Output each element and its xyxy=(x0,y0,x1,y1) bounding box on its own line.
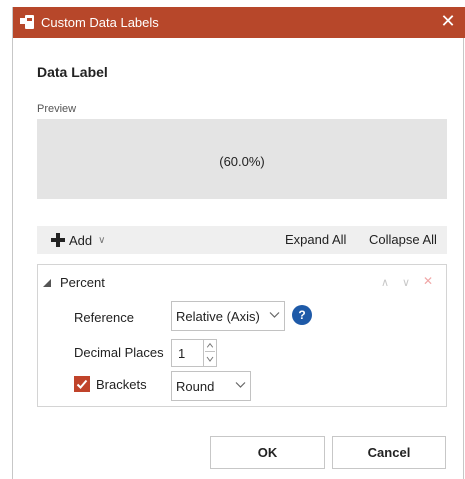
move-down-icon[interactable]: ∨ xyxy=(402,276,410,289)
delete-icon[interactable]: ✕ xyxy=(423,274,433,288)
ok-button[interactable]: OK xyxy=(210,436,325,469)
window-title: Custom Data Labels xyxy=(41,15,159,30)
reference-select[interactable]: Relative (Axis) xyxy=(171,301,285,331)
add-button-label[interactable]: Add xyxy=(69,233,92,248)
label-toolbar: Add ∨ Expand All Collapse All xyxy=(37,226,447,254)
decrement-icon[interactable] xyxy=(205,353,215,365)
brackets-value[interactable]: Round xyxy=(176,379,214,394)
custom-data-labels-dialog: Custom Data Labels ✕ Data Label Preview … xyxy=(12,7,465,479)
stepper-controls[interactable] xyxy=(203,340,216,366)
close-icon[interactable]: ✕ xyxy=(440,11,455,31)
reference-label: Reference xyxy=(74,310,134,325)
close-button[interactable]: ✕ xyxy=(439,12,457,30)
checkmark-icon[interactable] xyxy=(74,376,90,392)
section-heading: Data Label xyxy=(37,64,108,80)
increment-icon[interactable] xyxy=(205,340,215,352)
presentation-app-icon xyxy=(20,15,34,29)
brackets-checkbox[interactable] xyxy=(74,376,90,392)
plus-icon[interactable] xyxy=(51,233,65,247)
move-up-icon[interactable]: ∧ xyxy=(381,276,389,289)
preview-text: (60.0%) xyxy=(219,154,265,169)
decimal-places-stepper[interactable]: 1 xyxy=(171,339,217,367)
preview-label: Preview xyxy=(37,103,77,115)
decimal-places-value[interactable]: 1 xyxy=(178,346,185,361)
expand-all-button[interactable]: Expand All xyxy=(285,232,346,247)
cancel-button[interactable]: Cancel xyxy=(332,436,446,469)
percent-section-panel: Percent ∧ ∨ ✕ Reference Relative (Axis) … xyxy=(37,264,447,407)
add-button[interactable]: Add ∨ xyxy=(51,231,105,249)
preview-box: (60.0%) xyxy=(37,119,447,199)
help-icon[interactable]: ? xyxy=(292,305,312,325)
reference-value[interactable]: Relative (Axis) xyxy=(176,309,260,324)
title-bar: Custom Data Labels ✕ xyxy=(13,7,465,38)
percent-section-title[interactable]: Percent xyxy=(60,275,105,290)
collapse-triangle-icon[interactable] xyxy=(43,279,51,287)
chevron-down-icon[interactable]: ∨ xyxy=(98,235,105,246)
chevron-down-icon[interactable] xyxy=(269,311,280,319)
brackets-label: Brackets xyxy=(96,377,147,392)
brackets-select[interactable]: Round xyxy=(171,371,251,401)
collapse-all-button[interactable]: Collapse All xyxy=(369,232,437,247)
chevron-down-icon[interactable] xyxy=(235,381,246,389)
decimal-places-label: Decimal Places xyxy=(74,345,164,360)
